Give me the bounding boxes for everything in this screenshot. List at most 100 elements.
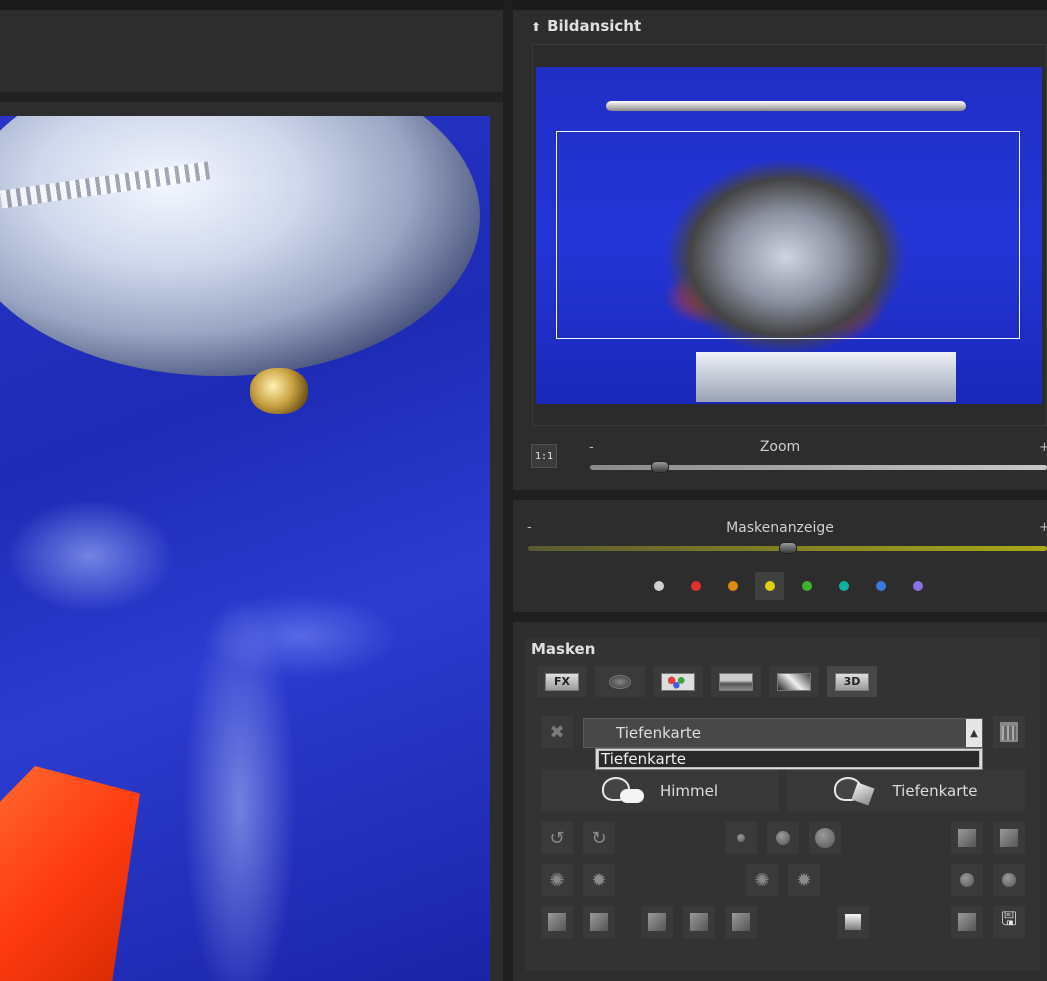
sun-icon: ✺ — [549, 869, 565, 891]
zoom-plus[interactable]: + — [1039, 440, 1047, 455]
paste-icon — [590, 913, 608, 931]
soften-button[interactable]: ✺ — [746, 864, 778, 896]
masken-inner: Masken FX 3D ✖ Tiefenkarte ▲ Tiefenkarte… — [526, 638, 1040, 971]
navigator-preview[interactable] — [536, 67, 1042, 404]
triangle-up-icon[interactable]: ▲ — [966, 719, 982, 747]
photo-chrome-part — [0, 116, 480, 376]
mask-op-2-icon — [690, 913, 708, 931]
redo-icon: ↻ — [591, 827, 607, 849]
undo-icon: ↺ — [549, 827, 565, 849]
landscape-icon — [719, 672, 753, 691]
mask-op-1-icon — [648, 913, 666, 931]
brush-large-button[interactable] — [809, 822, 841, 854]
panel-gap — [513, 490, 1047, 500]
undo-button[interactable]: ↺ — [541, 822, 573, 854]
collapse-arrow-icon[interactable]: ⬆ — [531, 20, 541, 34]
tab-color[interactable] — [653, 666, 703, 697]
brain-cloud-icon — [601, 777, 646, 805]
mask-display-slider[interactable] — [528, 542, 1047, 554]
mask-edge-button[interactable] — [993, 822, 1025, 854]
depth-map-select[interactable]: Tiefenkarte ▲ — [583, 718, 983, 748]
main-image-viewport[interactable] — [0, 102, 503, 981]
tab-gradient[interactable] — [769, 666, 819, 697]
grow-mask-button[interactable]: ✺ — [541, 864, 573, 896]
preview-radiator — [696, 352, 956, 402]
dropdown-option[interactable]: Tiefenkarte — [598, 750, 980, 768]
mask-color-button[interactable] — [903, 572, 932, 600]
brush-small-button[interactable] — [725, 822, 757, 854]
mask-display-plus[interactable]: + — [1039, 520, 1047, 535]
export-mask-button[interactable]: 🖫 — [993, 906, 1025, 938]
preset-himmel-button[interactable]: Himmel — [541, 770, 779, 812]
tab-landscape[interactable] — [711, 666, 761, 697]
mask-color-picker — [644, 572, 932, 600]
navigator-view-rectangle[interactable] — [556, 131, 1020, 339]
masken-title: Masken — [531, 640, 596, 658]
mask-color-button[interactable] — [866, 572, 895, 600]
copy-icon — [548, 913, 566, 931]
redo-button[interactable]: ↻ — [583, 822, 615, 854]
mask-color-button[interactable] — [829, 572, 858, 600]
mask-op-1-button[interactable] — [641, 906, 673, 938]
main-photo[interactable] — [0, 116, 490, 981]
tab-brush[interactable] — [595, 666, 645, 697]
mask-op-3-button[interactable] — [725, 906, 757, 938]
delete-mask-button[interactable] — [993, 716, 1025, 748]
hard-circle-icon — [1002, 873, 1016, 887]
panel-divider[interactable] — [503, 0, 513, 981]
zoom-slider-thumb[interactable] — [651, 461, 670, 473]
color-dot-icon — [838, 581, 849, 591]
mask-edge-icon — [1000, 829, 1018, 847]
soft-sun-icon: ✺ — [754, 869, 770, 891]
fx-icon: FX — [545, 672, 579, 691]
left-toolbar — [0, 10, 503, 92]
tab-fx[interactable]: FX — [537, 666, 587, 697]
mask-op-3-icon — [732, 913, 750, 931]
3d-icon: 3D — [835, 672, 869, 691]
brush-medium-icon — [776, 831, 790, 845]
zoom-slider[interactable] — [590, 461, 1047, 473]
tab-3d[interactable]: 3D — [827, 666, 877, 697]
soft-circle-icon — [960, 873, 974, 887]
photo-bolt — [250, 368, 308, 414]
navigator-frame — [532, 44, 1047, 426]
depth-map-select-value: Tiefenkarte — [616, 724, 702, 742]
gradient-fill-button[interactable] — [837, 906, 869, 938]
invert-icon — [958, 829, 976, 847]
brush-large-icon — [815, 828, 835, 848]
mask-color-button[interactable] — [792, 572, 821, 600]
remove-mask-button[interactable]: ✖ — [541, 716, 573, 748]
brush-small-icon — [737, 834, 745, 842]
mask-color-button[interactable] — [718, 572, 747, 600]
gradient-square-icon — [845, 914, 861, 930]
color-dot-icon — [690, 581, 701, 591]
bildansicht-title[interactable]: ⬆ Bildansicht — [531, 17, 641, 35]
hardness-hard-button[interactable] — [993, 864, 1025, 896]
import-icon — [958, 913, 976, 931]
app-window: ⬆ Bildansicht 1:1 - Zoom + - Maskenanzeig… — [0, 0, 1047, 981]
mask-display-slider-thumb[interactable] — [778, 542, 797, 554]
mask-op-2-button[interactable] — [683, 906, 715, 938]
gradient-icon — [777, 672, 811, 691]
brush-medium-button[interactable] — [767, 822, 799, 854]
mask-tabs: FX 3D — [537, 666, 877, 697]
import-mask-button[interactable] — [951, 906, 983, 938]
copy-mask-button[interactable] — [541, 906, 573, 938]
color-dot-icon — [764, 581, 775, 591]
palette-icon — [661, 672, 695, 691]
sharpen-button[interactable]: ✹ — [788, 864, 820, 896]
paste-mask-button[interactable] — [583, 906, 615, 938]
preview-strut-bar — [606, 101, 966, 111]
mask-color-button[interactable] — [755, 572, 784, 600]
mask-color-button[interactable] — [681, 572, 710, 600]
preset-himmel-label: Himmel — [659, 782, 719, 800]
color-dot-icon — [727, 581, 738, 591]
color-dot-icon — [653, 581, 664, 591]
mask-color-button[interactable] — [644, 572, 673, 600]
invert-mask-button[interactable] — [951, 822, 983, 854]
trash-icon — [1000, 722, 1018, 742]
sharp-sun-icon: ✹ — [796, 869, 812, 891]
shrink-mask-button[interactable]: ✹ — [583, 864, 615, 896]
hardness-soft-button[interactable] — [951, 864, 983, 896]
preset-tiefenkarte-button[interactable]: Tiefenkarte — [787, 770, 1025, 812]
